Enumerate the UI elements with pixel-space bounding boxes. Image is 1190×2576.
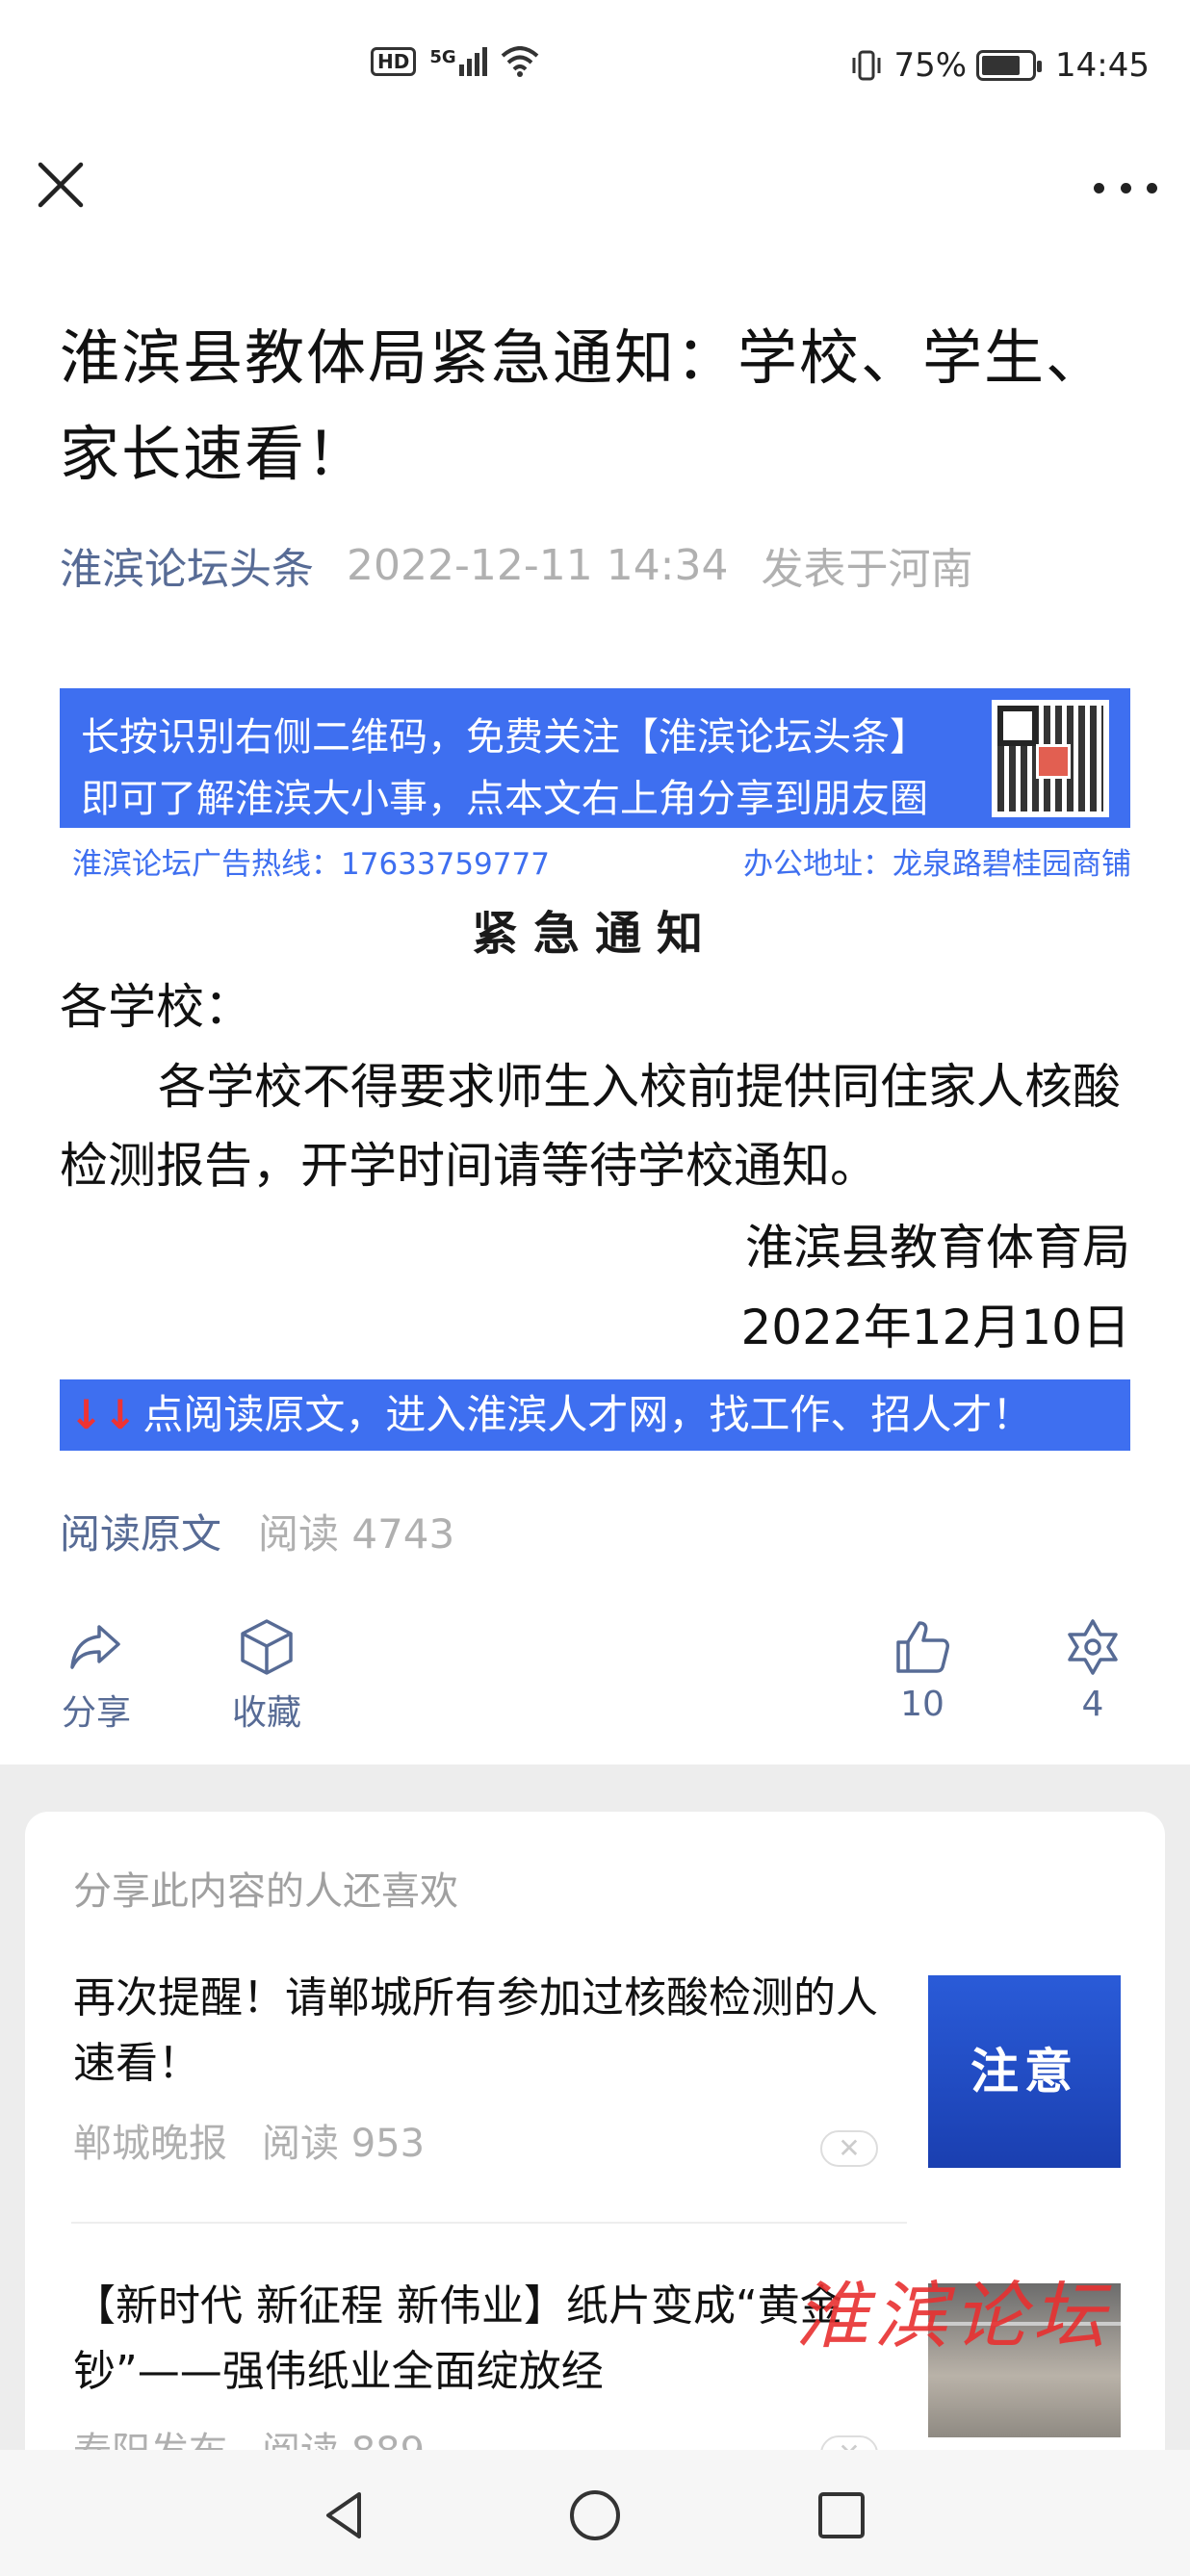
notice-date: 2022年12月10日: [740, 1300, 1131, 1355]
top-nav: [0, 135, 1190, 241]
recommend-header: 分享此内容的人还喜欢: [73, 1869, 458, 1914]
ad-contact-line: 淮滨论坛广告热线：17633759777 办公地址：龙泉路碧桂园商铺: [72, 839, 1131, 883]
action-bar: 分享 收藏 10 4: [0, 1617, 1190, 1752]
dismiss-icon[interactable]: ✕: [820, 2130, 878, 2167]
notice-heading: 紧急通知: [471, 907, 718, 961]
recommend-item-thumbnail[interactable]: 注意: [928, 1975, 1121, 2168]
like-count: 10: [900, 1685, 944, 1724]
ad-hotline: 淮滨论坛广告热线：17633759777: [72, 847, 550, 882]
system-nav-bar: [0, 2450, 1190, 2576]
status-right: 75% 14:45: [849, 46, 1150, 85]
battery-icon: [976, 50, 1043, 81]
article-meta: 淮滨论坛头条 2022-12-11 14:34 发表于河南: [60, 534, 973, 596]
read-row: 阅读原文 阅读 4743: [60, 1502, 454, 1560]
office-address: 办公地址：龙泉路碧桂园商铺: [743, 847, 1131, 882]
recommend-item[interactable]: 再次提醒！请郸城所有参加过核酸检测的人速看！ 郸城晚报 阅读 953: [73, 1966, 901, 2168]
notice-body: 各学校不得要求师生入校前提供同住家人核酸检测报告，开学时间请等待学校通知。: [60, 1059, 1121, 1194]
like-button[interactable]: 10: [855, 1617, 990, 1724]
status-bar: HD 5G 75% 14:45: [0, 0, 1190, 135]
recents-icon[interactable]: [815, 2488, 868, 2542]
promo-text: 点阅读原文，进入淮滨人才网，找工作、招人才！: [142, 1391, 1033, 1438]
favorite-button[interactable]: 收藏: [199, 1617, 334, 1735]
thumbs-up-icon: [896, 1621, 949, 1673]
watermark: 淮滨论坛: [795, 2273, 1111, 2358]
wechat-article-page: HD 5G 75% 14:45 淮滨县教体局紧急通知：学校、学生、家长速看！ 淮…: [0, 0, 1190, 2576]
more-options-icon[interactable]: [1094, 173, 1157, 202]
recommend-item-source: 郸城晚报: [73, 2122, 227, 2166]
close-icon[interactable]: [35, 159, 87, 211]
recommend-item-title: 再次提醒！请郸城所有参加过核酸检测的人速看！: [73, 1973, 878, 2088]
article-title: 淮滨县教体局紧急通知：学校、学生、家长速看！: [60, 322, 1108, 489]
cube-icon: [241, 1619, 293, 1675]
flower-icon: [1068, 1619, 1118, 1675]
read-original-link[interactable]: 阅读原文: [60, 1502, 221, 1560]
down-arrows-icon: ↓↓: [69, 1391, 138, 1438]
banner-line-2: 即可了解淮滨大小事，点本文右上角分享到朋友圈: [81, 777, 928, 821]
read-count: 阅读 4743: [258, 1510, 455, 1558]
notice-salutation: 各学校：: [60, 979, 252, 1035]
divider: [71, 2222, 907, 2224]
share-label: 分享: [61, 1693, 131, 1733]
notice-issuer: 淮滨县教育体育局: [745, 1220, 1130, 1275]
author-link[interactable]: 淮滨论坛头条: [60, 534, 314, 596]
wow-button[interactable]: 4: [1025, 1617, 1160, 1724]
publish-location: 发表于河南: [761, 545, 973, 594]
recommend-item-reads: 阅读 953: [262, 2122, 426, 2166]
recommend-item[interactable]: 【新时代 新征程 新伟业】纸片变成“黄金钞”——强伟纸业全面绽放经 泰阳发布 阅…: [73, 2274, 901, 2476]
recommend-item-title: 【新时代 新征程 新伟业】纸片变成“黄金钞”——强伟纸业全面绽放经: [73, 2281, 842, 2396]
clock: 14:45: [1055, 46, 1150, 85]
network-type: 5G: [429, 47, 456, 67]
share-button[interactable]: 分享: [29, 1617, 164, 1735]
battery-percent: 75%: [893, 46, 968, 85]
signal-icon: 5G: [429, 47, 487, 76]
banner-line-1: 长按识别右侧二维码，免费关注【淮滨论坛头条】: [81, 715, 928, 760]
back-icon[interactable]: [319, 2488, 373, 2542]
promo-strip[interactable]: ↓↓ 点阅读原文，进入淮滨人才网，找工作、招人才！: [60, 1379, 1130, 1451]
qr-code-icon[interactable]: [992, 700, 1109, 817]
follow-banner[interactable]: 长按识别右侧二维码，免费关注【淮滨论坛头条】 即可了解淮滨大小事，点本文右上角分…: [60, 688, 1130, 828]
share-icon: [70, 1625, 120, 1669]
home-icon[interactable]: [568, 2488, 622, 2542]
wow-count: 4: [1081, 1685, 1104, 1724]
wifi-icon: [501, 46, 538, 77]
favorite-label: 收藏: [231, 1693, 301, 1733]
hd-badge: HD: [371, 47, 417, 76]
publish-time: 2022-12-11 14:34: [347, 540, 729, 590]
recommend-item-meta: 郸城晚报 阅读 953: [73, 2112, 901, 2168]
network-indicators: HD 5G: [371, 46, 539, 77]
vibrate-icon: [852, 50, 881, 81]
